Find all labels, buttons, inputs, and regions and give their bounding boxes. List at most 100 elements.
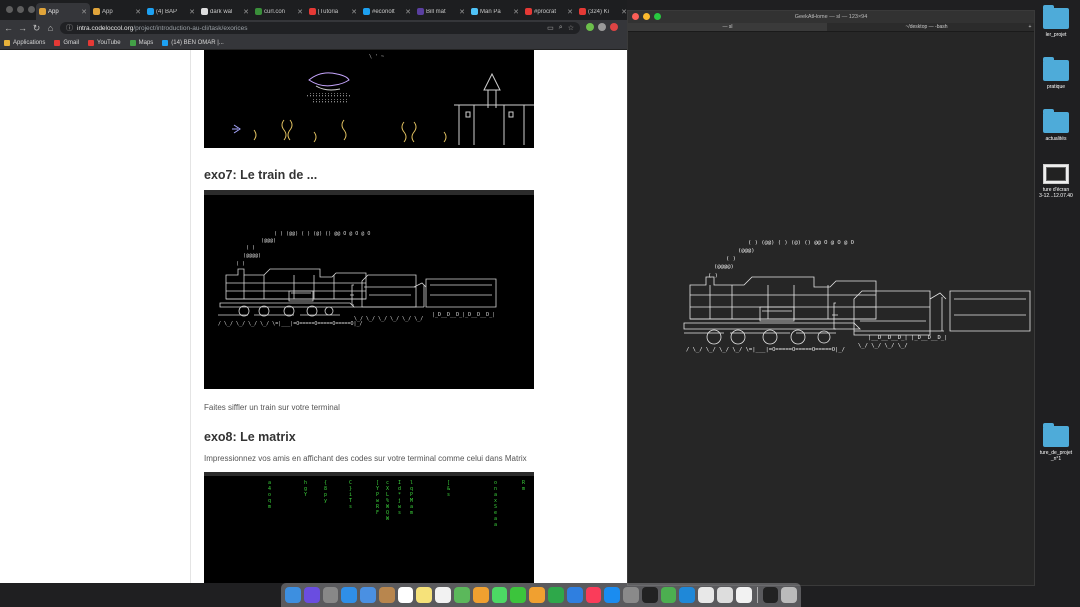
bookmark-item[interactable]: Applications: [4, 39, 45, 46]
svg-text:( ) (@@) ( ) (@) () @@: ( ) (@@) ( ) (@) () @@ O @ O @ O: [274, 231, 370, 237]
close-window-button[interactable]: [6, 6, 13, 13]
facetime-icon[interactable]: [510, 587, 527, 603]
extension-icon[interactable]: [586, 23, 594, 31]
terminal-tab-bash[interactable]: ~/desktop — -bash: [827, 23, 1026, 31]
minimize-window-button[interactable]: [643, 13, 650, 20]
messages-icon[interactable]: [491, 587, 508, 603]
launchpad-icon[interactable]: [322, 587, 339, 603]
svg-text:F: F: [376, 510, 379, 516]
app-store-icon[interactable]: [604, 587, 621, 603]
dock-separator: [756, 587, 758, 603]
contacts-icon[interactable]: [378, 587, 395, 603]
bookmark-item[interactable]: (14) BEN OMAR |...: [162, 39, 224, 46]
maximize-window-button[interactable]: [654, 13, 661, 20]
home-icon[interactable]: ⌂: [46, 23, 55, 33]
numbers-icon[interactable]: [547, 587, 564, 603]
browser-tab[interactable]: curl.con ✕: [252, 3, 306, 20]
tab-close-icon[interactable]: ✕: [189, 8, 195, 16]
browser-tab[interactable]: App ✕: [90, 3, 144, 20]
pages-icon[interactable]: [529, 587, 545, 603]
back-arrow-icon[interactable]: ←: [4, 23, 13, 33]
bookmark-item[interactable]: Gmail: [54, 39, 79, 46]
tab-title: (4) BAP: [156, 8, 178, 15]
svg-text:( ): ( ): [726, 256, 736, 262]
reminders-icon[interactable]: [435, 587, 452, 603]
svg-text:\_/ \_/ \_/ \_/: \_/ \_/ \_/ \_/: [858, 343, 908, 349]
system-preferences-icon[interactable]: [623, 587, 639, 603]
terminal-icon[interactable]: [641, 587, 658, 603]
search-icon[interactable]: ⌕: [559, 24, 563, 32]
minimize-window-button[interactable]: [17, 6, 24, 13]
browser-tab[interactable]: App ✕: [36, 3, 90, 20]
address-bar[interactable]: ⓘ intra.codeloccol.org /project/introduc…: [60, 22, 580, 34]
forward-arrow-icon[interactable]: →: [18, 23, 27, 33]
cast-icon[interactable]: ▭: [547, 24, 554, 32]
exo7-description: Faites siffler un train sur votre termin…: [204, 403, 340, 412]
browser-tab[interactable]: (4) BAP ✕: [144, 3, 198, 20]
tab-close-icon[interactable]: ✕: [243, 8, 249, 16]
maximize-window-button[interactable]: [28, 6, 35, 13]
browser-tab[interactable]: Bill mat ✕: [414, 3, 468, 20]
tab-close-icon[interactable]: ✕: [513, 8, 519, 16]
tab-close-icon[interactable]: ✕: [405, 8, 411, 16]
extension-icon[interactable]: [598, 23, 606, 31]
preview-icon[interactable]: [716, 587, 733, 603]
finder-icon[interactable]: [285, 587, 301, 603]
browser-tab[interactable]: #econolt ✕: [360, 3, 414, 20]
terminal-window: GeekAtHome — sl — 123×94 — sl ~/desktop …: [627, 10, 1035, 586]
desktop-icon[interactable]: pratique: [1034, 57, 1078, 90]
desktop-icon[interactable]: ture d'écran 3-12...12.07.40: [1034, 164, 1078, 199]
browser-tab[interactable]: [Tutoria ✕: [306, 3, 360, 20]
browser-tab[interactable]: (324) Ki ✕: [576, 3, 627, 20]
terminal-window-icon[interactable]: [762, 587, 779, 603]
browser-tab[interactable]: dark wal ✕: [198, 3, 252, 20]
calendar-icon[interactable]: [397, 587, 414, 603]
desktop-icon[interactable]: ture_de_projet _n°1: [1034, 423, 1078, 462]
tab-close-icon[interactable]: ✕: [297, 8, 303, 16]
desktop-icon[interactable]: ler_projet: [1034, 5, 1078, 38]
mail-icon[interactable]: [360, 587, 376, 603]
keynote-icon[interactable]: [566, 587, 583, 603]
textedit-icon[interactable]: [735, 587, 752, 603]
maps-icon[interactable]: [454, 587, 470, 603]
tab-close-icon[interactable]: ✕: [135, 8, 141, 16]
new-tab-button[interactable]: +: [1026, 23, 1034, 31]
tab-close-icon[interactable]: ✕: [459, 8, 465, 16]
tab-close-icon[interactable]: ✕: [81, 8, 87, 16]
screenshot-file-icon: [1043, 164, 1069, 184]
chrome-icon[interactable]: [698, 587, 714, 603]
bookmark-icon: [88, 39, 95, 46]
svg-text:( ): ( ): [708, 273, 718, 279]
svg-text:(@@@): (@@@): [738, 248, 755, 254]
photos-icon[interactable]: [472, 587, 489, 603]
notes-icon[interactable]: [416, 587, 433, 603]
profile-avatar[interactable]: [610, 23, 618, 31]
tab-close-icon[interactable]: ✕: [567, 8, 573, 16]
utorrent-icon[interactable]: [660, 587, 677, 603]
desktop-icon-label: pratique: [1046, 84, 1066, 90]
tab-close-icon[interactable]: ✕: [351, 8, 357, 16]
bookmark-item[interactable]: YouTube: [88, 39, 121, 46]
exo7-title: exo7: Le train de ...: [204, 168, 318, 182]
svg-text:y: y: [324, 498, 327, 504]
reload-icon[interactable]: ↻: [32, 23, 41, 34]
bookmark-icon: [129, 39, 136, 46]
terminal-tab-sl[interactable]: — sl: [628, 23, 827, 31]
svg-text:( ): ( ): [246, 245, 255, 251]
browser-window: App ✕ App ✕ (4) BAP ✕ dark wal ✕ curl.con ✕ [Tutor…: [0, 0, 627, 583]
trash-icon[interactable]: [781, 587, 798, 603]
svg-text:( ): ( ): [236, 261, 245, 267]
train-ascii-art: ( ) (@@) ( ) (@) () @@ O @ O @ O (@@@) (…: [683, 240, 1031, 353]
bookmarks-bar: Applications Gmail YouTube Maps (14) BEN OMA…: [0, 36, 627, 50]
desktop-icon[interactable]: actualités: [1034, 109, 1078, 142]
tab-title: App: [48, 8, 59, 15]
close-window-button[interactable]: [632, 13, 639, 20]
vscode-icon[interactable]: [679, 587, 696, 603]
siri-icon[interactable]: [303, 587, 320, 603]
music-icon[interactable]: [585, 587, 602, 603]
star-icon[interactable]: ☆: [568, 24, 574, 32]
browser-tab[interactable]: Man Pa ✕: [468, 3, 522, 20]
bookmark-item[interactable]: Maps: [129, 39, 153, 46]
safari-icon[interactable]: [341, 587, 358, 603]
browser-tab[interactable]: #procrat ✕: [522, 3, 576, 20]
